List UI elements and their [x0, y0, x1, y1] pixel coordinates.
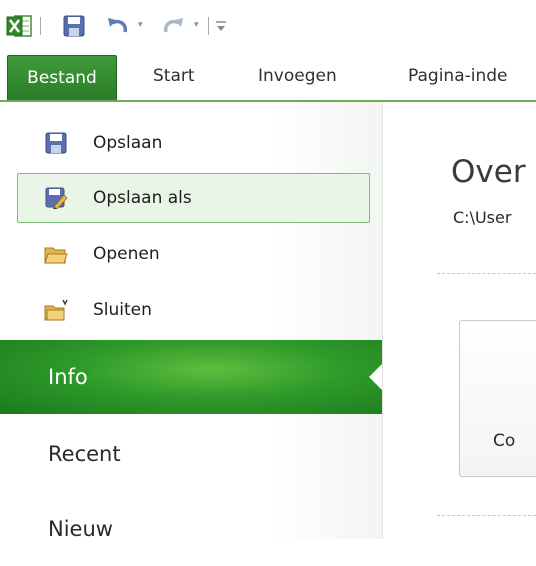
save-command-label: Opslaan — [93, 133, 163, 153]
divider — [437, 515, 536, 516]
save-command[interactable]: Opslaan — [17, 118, 370, 168]
undo-icon[interactable] — [105, 14, 131, 36]
quick-access-toolbar: ▾ ▾ — [0, 0, 536, 50]
info-action-button[interactable]: Co — [459, 320, 536, 477]
info-pane: Over C:\User Co — [383, 102, 536, 539]
open-command-label: Openen — [93, 244, 160, 264]
redo-dropdown-icon[interactable]: ▾ — [194, 21, 199, 30]
close-command[interactable]: Sluiten — [17, 285, 370, 335]
backstage-nav: Opslaan Opslaan als Openen Sluiten Info … — [0, 102, 384, 541]
info-action-label: Co — [493, 431, 516, 451]
section-recent[interactable]: Recent — [0, 417, 383, 491]
save-icon — [44, 132, 68, 154]
tab-pagina-indeling[interactable]: Pagina-inde — [408, 66, 508, 86]
tab-start[interactable]: Start — [153, 66, 195, 86]
redo-icon[interactable] — [160, 14, 186, 36]
open-folder-icon — [44, 243, 68, 265]
save-icon[interactable] — [63, 15, 85, 37]
save-as-icon — [44, 187, 68, 210]
close-command-label: Sluiten — [93, 300, 152, 320]
divider — [437, 273, 536, 274]
section-new[interactable]: Nieuw — [0, 492, 383, 566]
file-path: C:\User — [453, 208, 512, 227]
excel-app-icon[interactable] — [6, 14, 32, 38]
close-folder-icon — [44, 299, 68, 321]
section-recent-label: Recent — [48, 442, 121, 466]
ribbon-tab-row: Bestand Start Invoegen Pagina-inde — [0, 50, 536, 102]
save-as-command-label: Opslaan als — [93, 188, 192, 208]
section-info[interactable]: Info — [0, 340, 384, 414]
undo-dropdown-icon[interactable]: ▾ — [138, 21, 143, 30]
save-as-command[interactable]: Opslaan als — [17, 173, 370, 223]
customize-qat-icon[interactable] — [214, 18, 228, 34]
section-new-label: Nieuw — [48, 517, 113, 541]
tab-invoegen[interactable]: Invoegen — [258, 66, 337, 86]
page-title: Over — [451, 154, 526, 190]
section-info-label: Info — [48, 365, 88, 389]
file-tab[interactable]: Bestand — [7, 55, 117, 101]
open-command[interactable]: Openen — [17, 229, 370, 279]
